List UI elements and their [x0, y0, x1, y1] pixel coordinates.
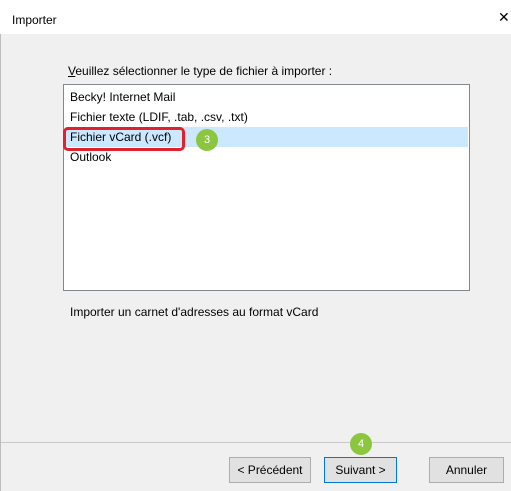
file-type-prompt: Veuillez sélectionner le type de fichier…	[68, 64, 332, 78]
file-type-description: Importer un carnet d'adresses au format …	[70, 305, 319, 319]
highlight-box	[63, 127, 185, 151]
window-title: Importer	[12, 13, 57, 27]
list-item-becky[interactable]: Becky! Internet Mail	[65, 87, 468, 107]
back-button[interactable]: < Précédent	[229, 457, 311, 483]
prompt-text: euillez sélectionner le type de fichier …	[75, 64, 333, 78]
close-icon[interactable]: ✕	[498, 10, 510, 24]
step-4-badge: 4	[350, 433, 372, 455]
step-3-badge: 3	[196, 129, 218, 151]
file-type-list[interactable]: Becky! Internet Mail Fichier texte (LDIF…	[63, 84, 470, 291]
cancel-button[interactable]: Annuler	[429, 457, 504, 483]
title-bar: Importer ✕	[0, 0, 511, 34]
next-button[interactable]: Suivant >	[324, 457, 397, 483]
list-item-text-file[interactable]: Fichier texte (LDIF, .tab, .csv, .txt)	[65, 107, 468, 127]
